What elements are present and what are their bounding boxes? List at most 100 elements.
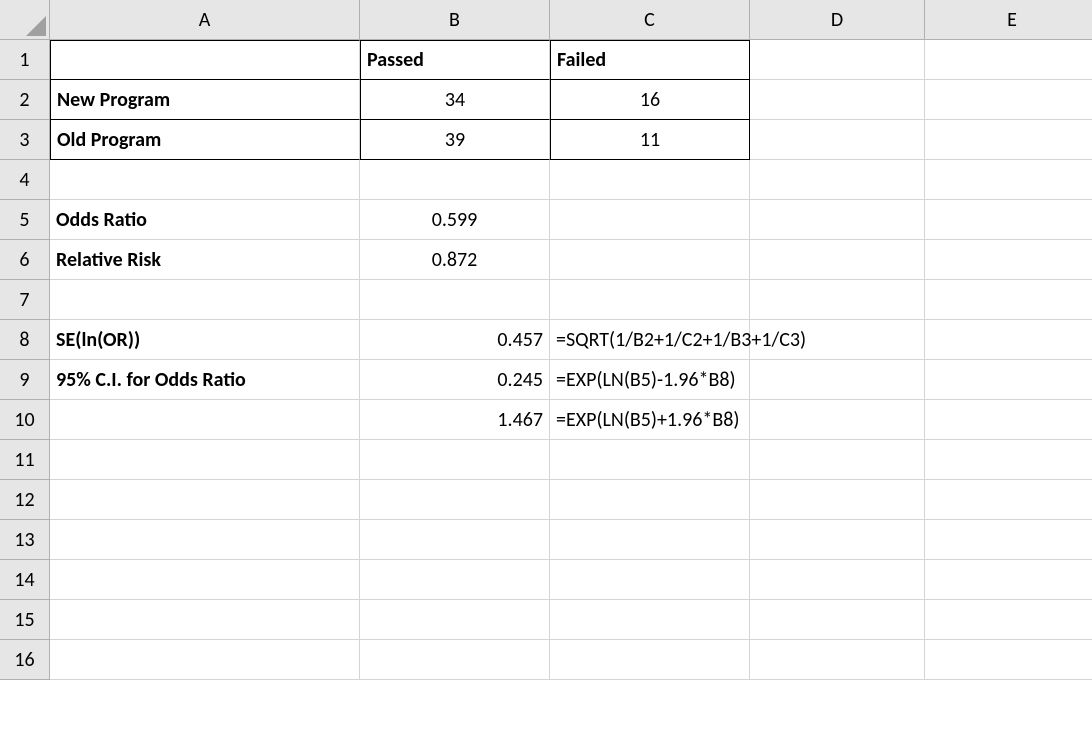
cell-D3[interactable]	[750, 120, 925, 160]
cell-E12[interactable]	[925, 480, 1092, 520]
cell-A4[interactable]	[50, 160, 360, 200]
cell-A10[interactable]	[50, 400, 360, 440]
row-header-9[interactable]: 9	[0, 360, 50, 400]
cell-D11[interactable]	[750, 440, 925, 480]
cell-A8[interactable]: SE(ln(OR))	[50, 320, 360, 360]
row-header-11[interactable]: 11	[0, 440, 50, 480]
cell-A14[interactable]	[50, 560, 360, 600]
cell-B3[interactable]: 39	[360, 120, 550, 160]
cell-C15[interactable]	[550, 600, 750, 640]
cell-A5[interactable]: Odds Ratio	[50, 200, 360, 240]
cell-A2[interactable]: New Program	[50, 80, 360, 120]
cell-C2[interactable]: 16	[550, 80, 750, 120]
cell-B15[interactable]	[360, 600, 550, 640]
cell-E9[interactable]	[925, 360, 1092, 400]
cell-B9[interactable]: 0.245	[360, 360, 550, 400]
cell-B11[interactable]	[360, 440, 550, 480]
cell-C8[interactable]: =SQRT(1/B2+1/C2+1/B3+1/C3)	[550, 320, 750, 360]
cell-C12[interactable]	[550, 480, 750, 520]
cell-B5[interactable]: 0.599	[360, 200, 550, 240]
cell-A3[interactable]: Old Program	[50, 120, 360, 160]
cell-B1[interactable]: Passed	[360, 40, 550, 80]
row-header-7[interactable]: 7	[0, 280, 50, 320]
cell-D13[interactable]	[750, 520, 925, 560]
row-header-12[interactable]: 12	[0, 480, 50, 520]
cell-D15[interactable]	[750, 600, 925, 640]
row-header-2[interactable]: 2	[0, 80, 50, 120]
cell-C3[interactable]: 11	[550, 120, 750, 160]
cell-E1[interactable]	[925, 40, 1092, 80]
cell-C1[interactable]: Failed	[550, 40, 750, 80]
cell-B10[interactable]: 1.467	[360, 400, 550, 440]
select-all-corner[interactable]	[0, 0, 50, 40]
cell-E3[interactable]	[925, 120, 1092, 160]
cell-A1[interactable]	[50, 40, 360, 80]
cell-D4[interactable]	[750, 160, 925, 200]
cell-C6[interactable]	[550, 240, 750, 280]
row-header-4[interactable]: 4	[0, 160, 50, 200]
cell-B8[interactable]: 0.457	[360, 320, 550, 360]
cell-E16[interactable]	[925, 640, 1092, 680]
cell-C14[interactable]	[550, 560, 750, 600]
cell-A7[interactable]	[50, 280, 360, 320]
cell-D6[interactable]	[750, 240, 925, 280]
row-header-6[interactable]: 6	[0, 240, 50, 280]
cell-D12[interactable]	[750, 480, 925, 520]
cell-A11[interactable]	[50, 440, 360, 480]
cell-A12[interactable]	[50, 480, 360, 520]
cell-B7[interactable]	[360, 280, 550, 320]
cell-D10[interactable]	[750, 400, 925, 440]
cell-B12[interactable]	[360, 480, 550, 520]
cell-D5[interactable]	[750, 200, 925, 240]
cell-E8[interactable]	[925, 320, 1092, 360]
cell-E13[interactable]	[925, 520, 1092, 560]
cell-E11[interactable]	[925, 440, 1092, 480]
col-header-D[interactable]: D	[750, 0, 925, 40]
cell-C13[interactable]	[550, 520, 750, 560]
cell-E5[interactable]	[925, 200, 1092, 240]
row-header-14[interactable]: 14	[0, 560, 50, 600]
cell-B2[interactable]: 34	[360, 80, 550, 120]
cell-D16[interactable]	[750, 640, 925, 680]
cell-B6[interactable]: 0.872	[360, 240, 550, 280]
cell-A13[interactable]	[50, 520, 360, 560]
cell-C16[interactable]	[550, 640, 750, 680]
row-header-13[interactable]: 13	[0, 520, 50, 560]
cell-E10[interactable]	[925, 400, 1092, 440]
col-header-A[interactable]: A	[50, 0, 360, 40]
cell-A15[interactable]	[50, 600, 360, 640]
cell-E4[interactable]	[925, 160, 1092, 200]
col-header-E[interactable]: E	[925, 0, 1092, 40]
cell-E6[interactable]	[925, 240, 1092, 280]
cell-C10[interactable]: =EXP(LN(B5)+1.96*B8)	[550, 400, 750, 440]
cell-B4[interactable]	[360, 160, 550, 200]
col-header-C[interactable]: C	[550, 0, 750, 40]
cell-E14[interactable]	[925, 560, 1092, 600]
cell-C5[interactable]	[550, 200, 750, 240]
row-header-15[interactable]: 15	[0, 600, 50, 640]
row-header-1[interactable]: 1	[0, 40, 50, 80]
cell-A16[interactable]	[50, 640, 360, 680]
cell-A6[interactable]: Relative Risk	[50, 240, 360, 280]
cell-E15[interactable]	[925, 600, 1092, 640]
cell-B13[interactable]	[360, 520, 550, 560]
cell-C7[interactable]	[550, 280, 750, 320]
cell-C4[interactable]	[550, 160, 750, 200]
row-header-5[interactable]: 5	[0, 200, 50, 240]
row-header-16[interactable]: 16	[0, 640, 50, 680]
cell-D1[interactable]	[750, 40, 925, 80]
cell-D14[interactable]	[750, 560, 925, 600]
row-header-10[interactable]: 10	[0, 400, 50, 440]
cell-C11[interactable]	[550, 440, 750, 480]
cell-A9[interactable]: 95% C.I. for Odds Ratio	[50, 360, 360, 400]
cell-C9[interactable]: =EXP(LN(B5)-1.96*B8)	[550, 360, 750, 400]
cell-D2[interactable]	[750, 80, 925, 120]
row-header-3[interactable]: 3	[0, 120, 50, 160]
cell-B16[interactable]	[360, 640, 550, 680]
row-header-8[interactable]: 8	[0, 320, 50, 360]
cell-E7[interactable]	[925, 280, 1092, 320]
cell-D9[interactable]	[750, 360, 925, 400]
cell-B14[interactable]	[360, 560, 550, 600]
col-header-B[interactable]: B	[360, 0, 550, 40]
spreadsheet-grid[interactable]: A B C D E 1 Passed Failed 2 New Program …	[0, 0, 1092, 680]
